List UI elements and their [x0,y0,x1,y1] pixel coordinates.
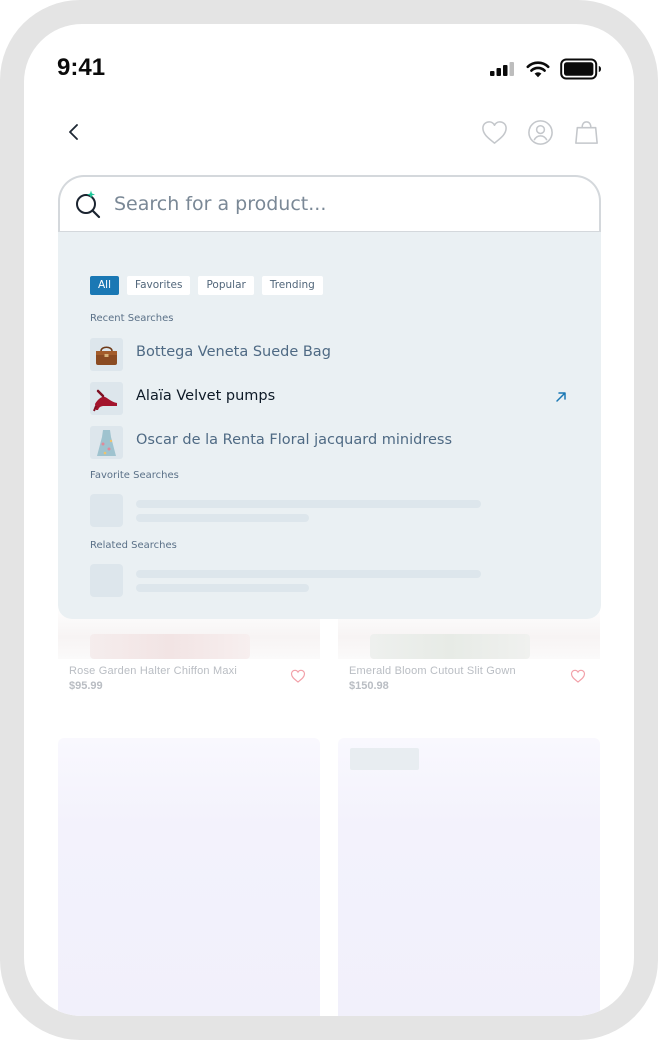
signal-icon [490,62,514,76]
heart-icon[interactable] [480,118,509,147]
arrow-up-right-icon[interactable] [554,390,568,404]
loading-product-card [58,738,320,1016]
battery-icon [560,58,601,80]
loading-skeleton-row [90,564,482,597]
recent-search-text: Oscar de la Renta Floral jacquard minidr… [136,432,453,448]
search-icon [76,190,101,219]
loading-product-card [338,738,600,1016]
recent-search-text: Alaïa Velvet pumps [136,388,276,404]
product-price: $95.99 [69,680,103,692]
user-icon[interactable] [526,118,555,147]
status-icons [490,58,602,80]
recent-search-text: Bottega Veneta Suede Bag [136,344,331,360]
chip-favorites[interactable]: Favorites [127,276,191,295]
search-bar [58,175,601,232]
loading-skeleton-row [90,494,482,527]
status-time: 9:41 [57,54,106,81]
phone-screen: 9:41 Rose Garden Halter Chiffon Maxi $95… [24,24,634,1016]
recent-searches-heading: Recent Searches [90,313,174,324]
chip-all[interactable]: All [90,276,120,295]
favorite-heart-icon[interactable] [290,668,306,684]
chip-popular[interactable]: Popular [198,276,254,295]
pumps-thumbnail [90,382,123,415]
wifi-icon [526,61,550,78]
top-nav-icons [480,118,601,147]
bag-icon[interactable] [572,118,601,147]
device-frame: 9:41 Rose Garden Halter Chiffon Maxi $95… [0,0,658,1040]
favorite-searches-heading: Favorite Searches [90,470,179,481]
bag-thumbnail [90,338,123,371]
product-price: $150.98 [349,680,389,692]
back-button[interactable] [62,120,86,144]
recent-search-item[interactable]: Alaïa Velvet pumps [90,382,570,416]
product-name: Rose Garden Halter Chiffon Maxi [69,665,238,677]
recent-search-item[interactable]: Oscar de la Renta Floral jacquard minidr… [90,426,570,460]
dress-thumbnail [90,426,123,459]
loading-chip [350,748,419,770]
chip-trending[interactable]: Trending [261,276,323,295]
search-suggestions-panel: All Favorites Popular Trending Recent Se… [58,232,601,619]
recent-search-item[interactable]: Bottega Veneta Suede Bag [90,338,570,372]
search-input[interactable] [114,187,574,221]
filter-chips: All Favorites Popular Trending [90,276,323,295]
related-searches-heading: Related Searches [90,540,177,551]
product-name: Emerald Bloom Cutout Slit Gown [349,665,516,677]
favorite-heart-icon[interactable] [570,668,586,684]
